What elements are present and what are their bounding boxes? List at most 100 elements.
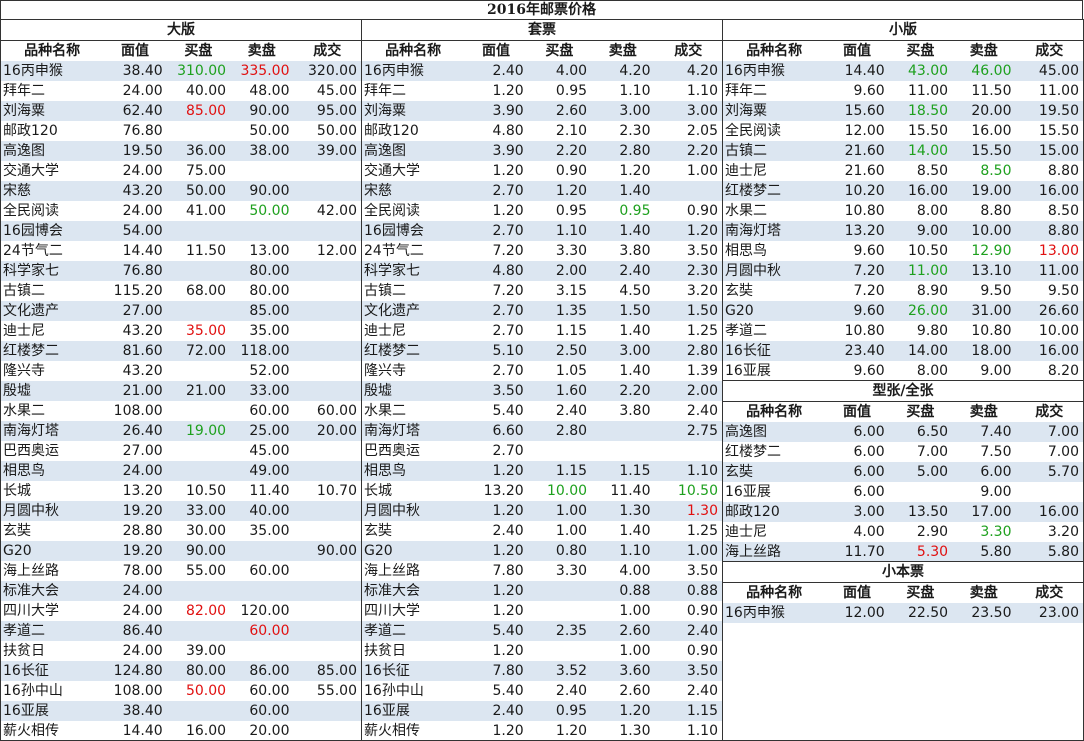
bid-cell: 1.35	[527, 301, 592, 321]
deal-cell: 19.50	[1015, 101, 1083, 121]
ask-cell: 49.00	[230, 461, 294, 481]
deal-cell: 5.80	[1015, 542, 1083, 562]
bid-cell: 10.50	[185, 483, 227, 499]
ask-cell: 15.50	[952, 141, 1016, 161]
table-row: 宋慈 43.20 50.00 90.00	[1, 181, 361, 201]
panel-title: 小本票	[723, 562, 1083, 583]
table-row: 标准大会 24.00	[1, 581, 361, 601]
bid-cell: 1.05	[555, 363, 588, 379]
ask-cell: 9.00	[980, 484, 1012, 500]
deal-cell: 0.88	[654, 581, 722, 601]
ask-cell	[591, 441, 654, 461]
table-row: 16亚展 38.40 60.00	[1, 701, 361, 721]
name-cell: 迪士尼	[3, 323, 45, 339]
table-row: 南海灯塔 6.60 2.80 2.75	[362, 421, 722, 441]
face-value-cell: 43.20	[122, 363, 163, 379]
ask-cell: 1.40	[591, 221, 655, 241]
bid-cell	[166, 261, 231, 281]
name-cell: 迪士尼	[725, 163, 767, 179]
bid-cell: 68.00	[185, 283, 227, 299]
face-value-cell: 9.60	[853, 363, 885, 379]
name-cell: 16孙中山	[364, 683, 424, 699]
table-row: 扶贫日 1.20 1.00 0.90	[362, 641, 722, 661]
name-cell: 宋慈	[1, 181, 104, 201]
ask-cell: 38.00	[230, 141, 294, 161]
ask-cell	[591, 421, 655, 441]
face-value-cell: 24.00	[122, 203, 163, 219]
face-value-cell: 6.00	[825, 462, 889, 482]
bid-cell: 11.50	[185, 243, 227, 259]
name-cell: 玄奘	[3, 523, 31, 539]
deal-cell: 2.40	[686, 683, 718, 699]
table-row: 水果二 5.40 2.40 3.80 2.40	[362, 401, 722, 421]
name-cell: 标准大会	[1, 581, 104, 601]
table-row: 红楼梦二 10.20 16.00 19.00 16.00	[723, 181, 1083, 201]
ask-cell: 1.50	[591, 301, 655, 321]
face-value-cell: 115.20	[113, 283, 163, 299]
face-value-cell: 76.80	[103, 261, 167, 281]
name-cell: 海上丝路	[364, 563, 420, 579]
face-value-cell: 23.40	[825, 341, 889, 361]
face-value-cell: 21.60	[825, 141, 889, 161]
deal-cell: 2.40	[686, 403, 718, 419]
bid-cell: 2.10	[555, 123, 588, 139]
ask-cell: 90.00	[230, 101, 294, 121]
table-row: 迪士尼 4.00 2.90 3.30 3.20	[723, 522, 1083, 542]
table-row: 刘海粟 62.40 85.00 90.00 95.00	[1, 101, 361, 121]
deal-cell: 55.00	[316, 683, 357, 699]
face-value-cell: 1.20	[492, 203, 524, 219]
deal-cell	[293, 501, 361, 521]
deal-cell: 8.80	[1015, 221, 1083, 241]
ask-cell: 3.60	[591, 661, 655, 681]
name-cell: 巴西奥运	[364, 443, 420, 459]
face-value-cell: 2.40	[464, 61, 528, 81]
bid-cell: 14.00	[888, 141, 953, 161]
table-row: 隆兴寺 43.20 52.00	[1, 361, 361, 381]
header-row: 品种名称 面值 买盘 卖盘 成交	[1, 41, 361, 61]
name-cell: 16长征	[362, 661, 465, 681]
bid-cell: 0.95	[527, 701, 592, 721]
header-row: 品种名称 面值 买盘 卖盘 成交	[723, 41, 1083, 61]
ask-cell: 50.00	[249, 123, 290, 139]
deal-cell	[293, 561, 361, 581]
deal-cell	[293, 621, 361, 641]
face-value-cell: 24.00	[103, 461, 167, 481]
table-row: 水果二 108.00 60.00 60.00	[1, 401, 361, 421]
name-cell: 水果二	[725, 203, 767, 219]
name-cell: 迪士尼	[364, 323, 406, 339]
column-header: 买盘	[184, 43, 213, 59]
ask-cell: 12.90	[971, 243, 1012, 259]
name-cell: 16丙申猴	[1, 61, 104, 81]
table-row: 刘海粟 3.90 2.60 3.00 3.00	[362, 101, 722, 121]
face-value-cell: 21.00	[103, 381, 167, 401]
bid-cell: 8.50	[916, 163, 949, 179]
bid-cell: 36.00	[166, 141, 231, 161]
bid-cell: 310.00	[166, 61, 231, 81]
stamp-price-sheet: 2016年邮票价格 大版 品种名称 面值 买盘 卖盘 成交 16丙申猴 38.40 310.0…	[0, 0, 1084, 741]
ask-cell: 45.00	[249, 443, 290, 459]
ask-cell: 10.80	[971, 323, 1012, 339]
face-value-cell: 27.00	[122, 443, 163, 459]
panel-title: 型张/全张	[723, 381, 1083, 402]
ask-cell: 52.00	[249, 363, 290, 379]
table-row: 殷墟 3.50 1.60 2.20 2.00	[362, 381, 722, 401]
face-value-cell: 7.20	[492, 283, 524, 299]
bid-cell: 14.00	[888, 341, 953, 361]
column-header: 成交	[674, 43, 703, 59]
table-row: 16孙中山 108.00 50.00 60.00 55.00	[1, 681, 361, 701]
face-value-cell: 76.80	[122, 123, 163, 139]
bid-cell	[889, 482, 952, 502]
ask-cell: 3.80	[619, 243, 651, 259]
table-row: 四川大学 1.20 1.00 0.90	[362, 601, 722, 621]
bid-cell: 35.00	[185, 323, 227, 339]
face-value-cell: 43.20	[103, 181, 167, 201]
table-row: 殷墟 21.00 21.00 33.00	[1, 381, 361, 401]
face-value-cell: 10.80	[844, 203, 885, 219]
column-header: 品种名称	[746, 585, 803, 601]
face-value-cell: 7.80	[464, 661, 528, 681]
name-cell: 隆兴寺	[3, 363, 45, 379]
table-row: 巴西奥运 2.70	[362, 441, 722, 461]
ask-cell: 1.20	[619, 163, 651, 179]
name-cell: 16园博会	[362, 221, 465, 241]
table-row: 相思鸟 1.20 1.15 1.15 1.10	[362, 461, 722, 481]
